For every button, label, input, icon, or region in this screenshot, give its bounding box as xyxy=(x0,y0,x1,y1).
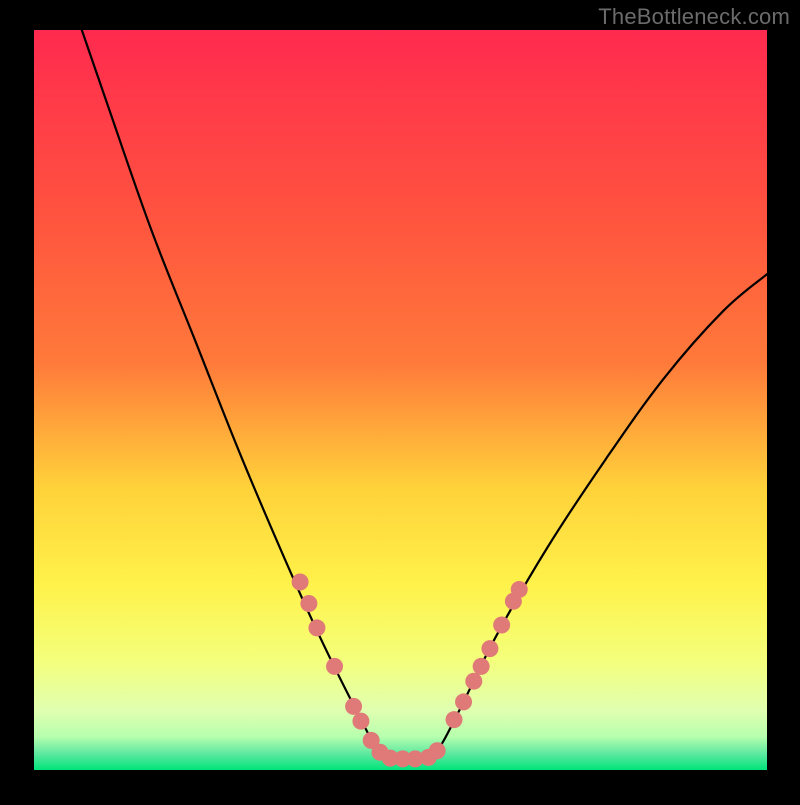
data-marker xyxy=(292,574,309,591)
chart-svg xyxy=(0,0,800,800)
data-marker xyxy=(429,742,446,759)
data-marker xyxy=(345,698,362,715)
data-marker xyxy=(446,711,463,728)
data-marker xyxy=(465,673,482,690)
data-marker xyxy=(326,658,343,675)
chart-container xyxy=(0,0,800,800)
data-marker xyxy=(493,616,510,633)
data-marker xyxy=(511,581,528,598)
data-marker xyxy=(481,640,498,657)
data-marker xyxy=(473,658,490,675)
watermark-text: TheBottleneck.com xyxy=(598,4,790,30)
data-marker xyxy=(455,693,472,710)
plot-area xyxy=(34,30,767,770)
data-marker xyxy=(308,619,325,636)
data-marker xyxy=(300,595,317,612)
data-marker xyxy=(352,713,369,730)
